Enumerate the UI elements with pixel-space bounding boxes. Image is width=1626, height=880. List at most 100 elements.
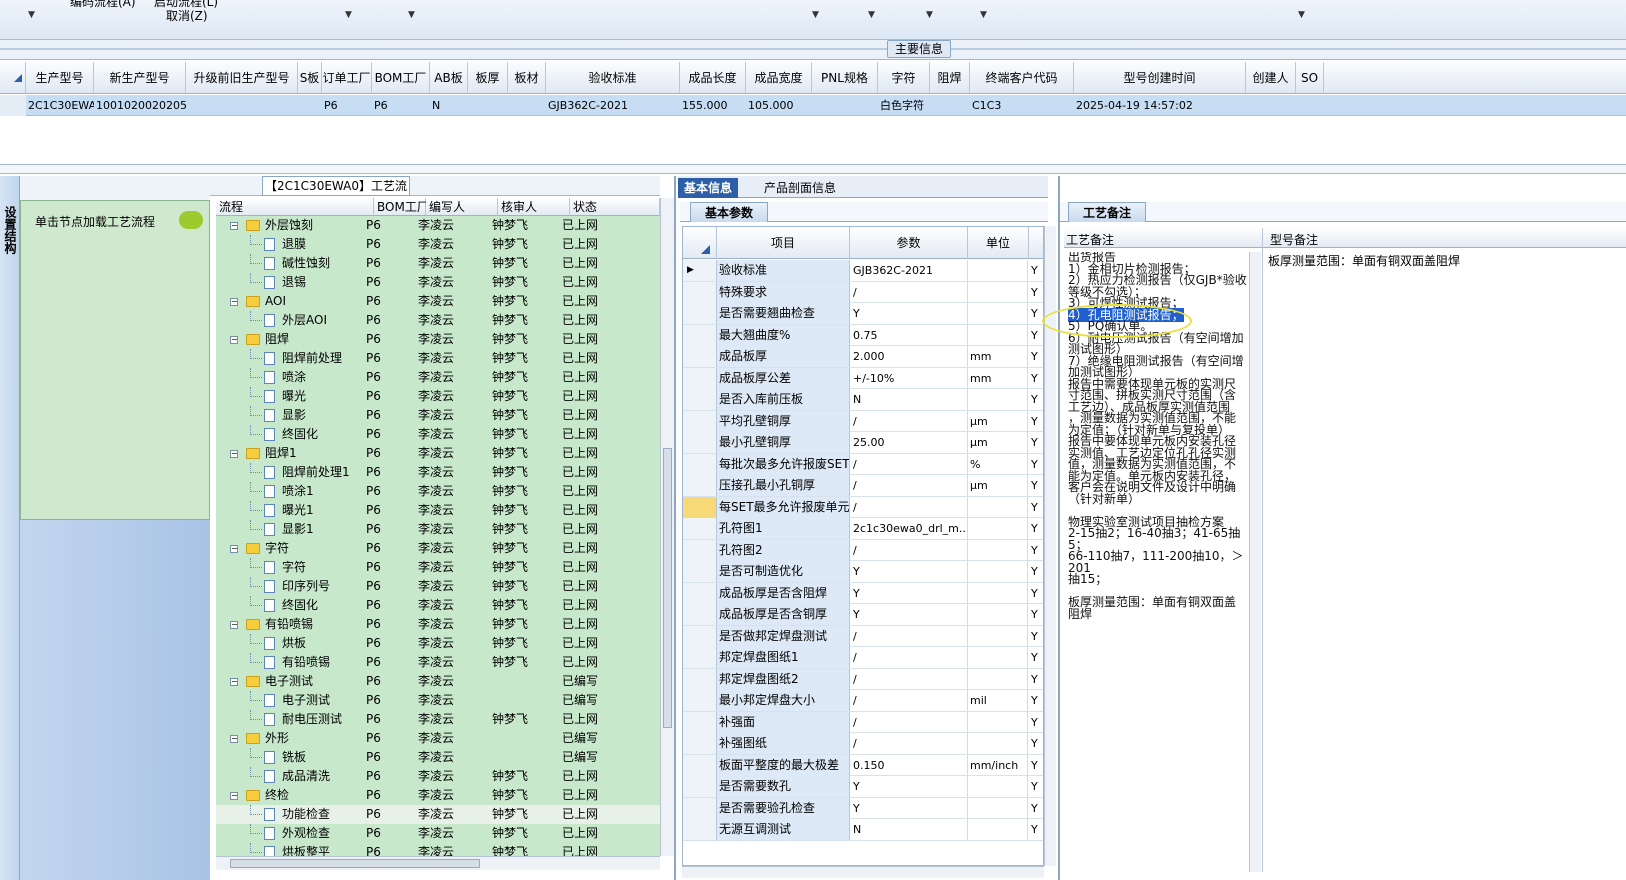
grid-header-6[interactable]: AB板 — [430, 62, 468, 94]
param-flag[interactable]: Y — [1029, 260, 1043, 281]
tree-row[interactable]: 字符 P6 李凌云 钟梦飞 已上网 — [216, 558, 660, 577]
param-row[interactable]: 补强面 / Y — [683, 711, 1043, 733]
craft-memo-caption[interactable]: 工艺备注 — [1068, 202, 1147, 222]
params-horizontal-scrollbar[interactable] — [682, 866, 1044, 878]
row-indicator[interactable] — [683, 432, 717, 453]
row-indicator[interactable] — [683, 690, 717, 711]
param-flag[interactable]: Y — [1029, 669, 1043, 690]
param-row[interactable]: 成品板厚公差 +/-10% mm Y — [683, 367, 1043, 389]
param-row[interactable]: 平均孔壁铜厚 / μm Y — [683, 410, 1043, 432]
collapse-icon[interactable]: − — [230, 222, 238, 230]
row-indicator[interactable] — [683, 475, 717, 496]
param-row[interactable]: 孔符图2/ Y — [683, 539, 1043, 561]
grid-cell[interactable] — [812, 95, 878, 116]
collapse-icon[interactable]: − — [230, 298, 238, 306]
dropdown-arrow-icon[interactable]: ▼ — [980, 10, 987, 20]
param-row[interactable]: 特殊要求 / Y — [683, 281, 1043, 303]
tree-row[interactable]: − 有铅喷锡 P6 李凌云 钟梦飞 已上网 — [216, 615, 660, 634]
param-value[interactable]: 0.75 — [850, 324, 968, 346]
param-value[interactable]: N — [850, 819, 968, 840]
params-header-param[interactable]: 参数 — [850, 227, 968, 259]
param-flag[interactable]: Y — [1029, 776, 1043, 797]
grid-header-10[interactable]: 成品长度 — [680, 62, 746, 94]
param-unit[interactable] — [968, 776, 1028, 797]
process-tree[interactable]: 流程 BOM工厂 编写人 核审人 状态 − 外层蚀刻 P6 李凌云 钟梦飞 已上网 退膜 P6… — [216, 198, 660, 856]
param-row[interactable]: 是否可制造优化 Y Y — [683, 561, 1043, 583]
dropdown-arrow-icon[interactable]: ▼ — [28, 10, 35, 20]
param-value[interactable]: / — [850, 625, 968, 647]
grid-header-3[interactable]: S板 — [298, 62, 322, 94]
collapse-icon[interactable]: − — [230, 792, 238, 800]
tree-row[interactable]: − 阻焊1 P6 李凌云 钟梦飞 已上网 — [216, 444, 660, 463]
param-flag[interactable]: Y — [1029, 540, 1043, 561]
grid-cell[interactable] — [1296, 95, 1324, 116]
params-header-item[interactable]: 项目 — [717, 227, 850, 259]
param-flag[interactable]: Y — [1029, 604, 1043, 625]
param-row[interactable]: 每批次最多允许报废SET /% Y — [683, 453, 1043, 475]
tree-row[interactable]: 功能检查 P6 李凌云 钟梦飞 已上网 — [216, 805, 660, 824]
param-value[interactable]: Y — [850, 604, 968, 625]
basic-params-grid[interactable]: 项目 参数 单位 ▶ 验收标准 GJB362C-2021 Y 特殊要求 / Y 是否需要翘曲检… — [682, 226, 1044, 866]
tree-row[interactable]: 外层AOI P6 李凌云 钟梦飞 已上网 — [216, 311, 660, 330]
param-unit[interactable] — [968, 496, 1028, 518]
param-value[interactable]: 0.150 — [850, 754, 968, 776]
tree-row[interactable]: 曝光1 P6 李凌云 钟梦飞 已上网 — [216, 501, 660, 520]
tree-row[interactable]: − 电子测试 P6 李凌云 已编写 — [216, 672, 660, 691]
param-unit[interactable] — [968, 711, 1028, 733]
grid-header-13[interactable]: 字符 — [878, 62, 930, 94]
param-value[interactable]: Y — [850, 776, 968, 797]
tree-row[interactable]: 外观检查 P6 李凌云 钟梦飞 已上网 — [216, 824, 660, 843]
grid-header-17[interactable]: 创建人 — [1246, 62, 1296, 94]
grid-cell[interactable]: GJB362C-2021 — [546, 95, 680, 116]
tree-row[interactable]: 终固化 P6 李凌云 钟梦飞 已上网 — [216, 425, 660, 444]
row-indicator[interactable] — [683, 453, 717, 475]
param-row[interactable]: 邦定焊盘图纸1/ Y — [683, 647, 1043, 669]
param-value[interactable]: 2.000 — [850, 346, 968, 367]
row-indicator[interactable] — [683, 367, 717, 389]
tree-header-bom[interactable]: BOM工厂 — [374, 198, 429, 216]
param-flag[interactable]: Y — [1029, 561, 1043, 582]
tree-row[interactable]: − 终检 P6 李凌云 钟梦飞 已上网 — [216, 786, 660, 805]
tree-row[interactable]: − 阻焊 P6 李凌云 钟梦飞 已上网 — [216, 330, 660, 349]
grid-cell[interactable]: C1C3 — [970, 95, 1074, 116]
param-value[interactable]: / — [850, 475, 968, 496]
grid-header-1[interactable]: 新生产型号 — [94, 62, 186, 94]
param-flag[interactable]: Y — [1029, 518, 1043, 539]
param-row[interactable]: 无源互调测试 N Y — [683, 819, 1043, 841]
tree-row[interactable]: 印序列号 P6 李凌云 钟梦飞 已上网 — [216, 577, 660, 596]
dropdown-arrow-icon[interactable]: ▼ — [926, 10, 933, 20]
param-flag[interactable]: Y — [1029, 454, 1043, 475]
row-indicator[interactable] — [683, 625, 717, 647]
tree-vertical-scrollbar[interactable] — [660, 198, 674, 856]
param-row[interactable]: 是否需要数孔 Y Y — [683, 776, 1043, 798]
row-indicator[interactable] — [683, 389, 717, 410]
param-flag[interactable]: Y — [1029, 282, 1043, 303]
param-flag[interactable]: Y — [1029, 583, 1043, 604]
param-value[interactable]: 2c1c30ewa0_drl_m... — [850, 518, 968, 539]
row-indicator[interactable] — [683, 346, 717, 367]
param-unit[interactable] — [968, 260, 1028, 281]
param-flag[interactable]: Y — [1029, 647, 1043, 668]
row-indicator[interactable] — [683, 324, 717, 346]
param-row[interactable]: 每SET最多允许报废单元 / Y — [683, 496, 1043, 518]
grid-header-18[interactable]: SO — [1296, 62, 1324, 94]
param-row[interactable]: 是否做邦定焊盘测试 / Y — [683, 625, 1043, 647]
param-unit[interactable]: mm — [968, 367, 1028, 389]
tree-header-writer[interactable]: 编写人 — [426, 198, 498, 216]
param-row[interactable]: 最小邦定焊盘大小 / mil Y — [683, 690, 1043, 712]
grid-header-11[interactable]: 成品宽度 — [746, 62, 812, 94]
grid-cell[interactable]: P6 — [372, 95, 430, 116]
param-value[interactable]: / — [850, 647, 968, 668]
row-indicator[interactable] — [683, 604, 717, 625]
param-value[interactable]: Y — [850, 797, 968, 819]
table-row[interactable]: 2C1C30EWA010010200202052P6P6NGJB362C-202… — [0, 95, 1626, 116]
dropdown-arrow-icon[interactable]: ▼ — [408, 10, 415, 20]
param-flag[interactable]: Y — [1029, 389, 1043, 410]
param-flag[interactable]: Y — [1029, 690, 1043, 711]
tree-row[interactable]: 喷涂1 P6 李凌云 钟梦飞 已上网 — [216, 482, 660, 501]
param-unit[interactable]: μm — [968, 432, 1028, 453]
param-value[interactable]: N — [850, 389, 968, 410]
dropdown-arrow-icon[interactable]: ▼ — [812, 10, 819, 20]
grid-header-9[interactable]: 验收标准 — [546, 62, 680, 94]
param-unit[interactable] — [968, 604, 1028, 625]
